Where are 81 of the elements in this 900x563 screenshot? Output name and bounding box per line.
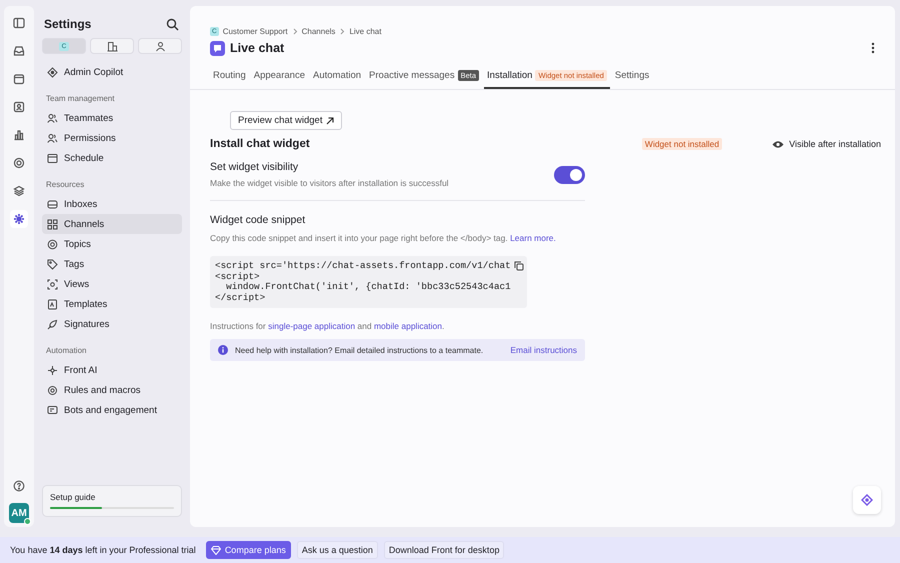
help-text: Need help with installation? Email detailed instructions to a teammate. [235, 346, 484, 354]
preview-button[interactable]: Preview chat widget [230, 111, 342, 130]
document-icon [47, 298, 58, 310]
page-title: Live chat [230, 41, 284, 55]
tab-label: Routing [213, 70, 246, 81]
sidebar-item[interactable]: Rules and macros [42, 380, 182, 400]
section-title: Install chat widget [210, 138, 310, 150]
sidebar-item[interactable]: Schedule [42, 148, 182, 168]
settings-icon[interactable] [10, 210, 28, 228]
code-snippet: <script src='https://chat-assets.frontapp.com/v1/chat <script> window.FrontChat('init', {chatId: 'bbc33c52543c4ac1 </script> [210, 256, 527, 308]
sidebar-item[interactable]: Inboxes [42, 194, 182, 214]
chevron-icon [292, 28, 298, 35]
tab-label: Proactive messages [369, 70, 455, 81]
tab-label: Appearance [254, 70, 305, 81]
sidebar-item[interactable]: Topics [42, 234, 182, 254]
visibility-status: Visible after installation [789, 139, 881, 149]
calendar-icon [47, 152, 58, 164]
trial-message: You have 14 days left in your Professional trial [10, 545, 196, 555]
sidebar-item[interactable]: Channels [42, 214, 182, 234]
scope-tab[interactable] [138, 38, 182, 54]
pen-icon [47, 318, 58, 330]
setting-title: Set widget visibility [210, 161, 300, 173]
chevron-icon [339, 28, 346, 35]
gem-icon [210, 546, 221, 554]
trial-button[interactable]: Download Front for desktop [384, 541, 504, 559]
section-heading: Team management [45, 93, 116, 105]
scope-tab[interactable] [90, 38, 134, 54]
trial-button[interactable]: Compare plans [206, 541, 291, 559]
target-icon [47, 238, 58, 250]
section-heading: Resources [45, 179, 86, 191]
tab-label: Automation [312, 70, 362, 81]
diamond-icon [47, 66, 58, 78]
tag-icon [47, 258, 58, 270]
trial-button[interactable]: Ask us a question [296, 541, 378, 559]
sidebar-title: Settings [44, 17, 92, 31]
tab[interactable]: Routing [210, 66, 249, 89]
email-instructions-link[interactable]: Email instructions [510, 345, 577, 355]
breadcrumb-link[interactable]: Channels [302, 27, 336, 36]
instructions-link[interactable]: mobile application [374, 321, 442, 331]
inbox-icon [47, 198, 58, 210]
building-icon [106, 40, 118, 52]
grid-icon [47, 218, 58, 230]
tab-label: Settings [614, 70, 650, 81]
sidebar-item[interactable]: Bots and engagement [42, 400, 182, 420]
instructions-link[interactable]: single-page application [268, 321, 356, 331]
chat-icon [47, 404, 58, 416]
search-icon[interactable] [164, 16, 180, 32]
assistant-button[interactable] [853, 486, 881, 514]
person-icon [154, 40, 166, 52]
tab[interactable]: Automation [310, 66, 364, 89]
sidebar-item[interactable]: Tags [42, 254, 182, 274]
avatar-initials: AM [11, 508, 27, 518]
tab[interactable]: Settings [612, 66, 652, 89]
sidebar-item[interactable]: Views [42, 274, 182, 294]
status-badge: Widget not installed [642, 138, 722, 150]
learn-more-link[interactable]: Learn more. [510, 233, 556, 243]
external-link-icon [326, 116, 334, 124]
chat-bubble-icon [210, 40, 225, 56]
sidebar-item[interactable]: Permissions [42, 128, 182, 148]
instructions-text: Instructions for single-page application and mobile application. [210, 321, 446, 331]
tab[interactable]: Appearance [250, 66, 308, 89]
sidebar-item[interactable]: Teammates [42, 108, 182, 128]
diamond-icon [861, 494, 873, 506]
breadcrumb-link[interactable]: Customer Support [222, 27, 288, 36]
sidebar-item[interactable]: Templates [42, 294, 182, 314]
visibility-toggle[interactable] [554, 166, 585, 184]
sidebar-item[interactable]: Front AI [42, 360, 182, 380]
sidebar-item[interactable]: Signatures [42, 314, 182, 334]
section-heading: Automation [45, 345, 88, 357]
setting-description: Make the widget visible to visitors after installation is successful [210, 178, 449, 188]
snippet-description: Copy this code snippet and insert it into your page right before the </body> tag. Learn more. [210, 232, 557, 245]
breadcrumb-link[interactable]: Live chat [349, 27, 382, 36]
setup-guide-card[interactable]: Setup guide [42, 484, 182, 517]
copy-icon[interactable] [514, 261, 524, 271]
snippet-title: Widget code snippet [210, 214, 306, 226]
setup-guide-label: Setup guide [50, 492, 96, 502]
user-avatar[interactable]: AM [9, 503, 29, 523]
sidebar-item[interactable]: Admin Copilot [42, 62, 182, 82]
users-icon [47, 112, 58, 124]
tab-label: Installation [487, 70, 532, 81]
info-icon [218, 345, 228, 355]
